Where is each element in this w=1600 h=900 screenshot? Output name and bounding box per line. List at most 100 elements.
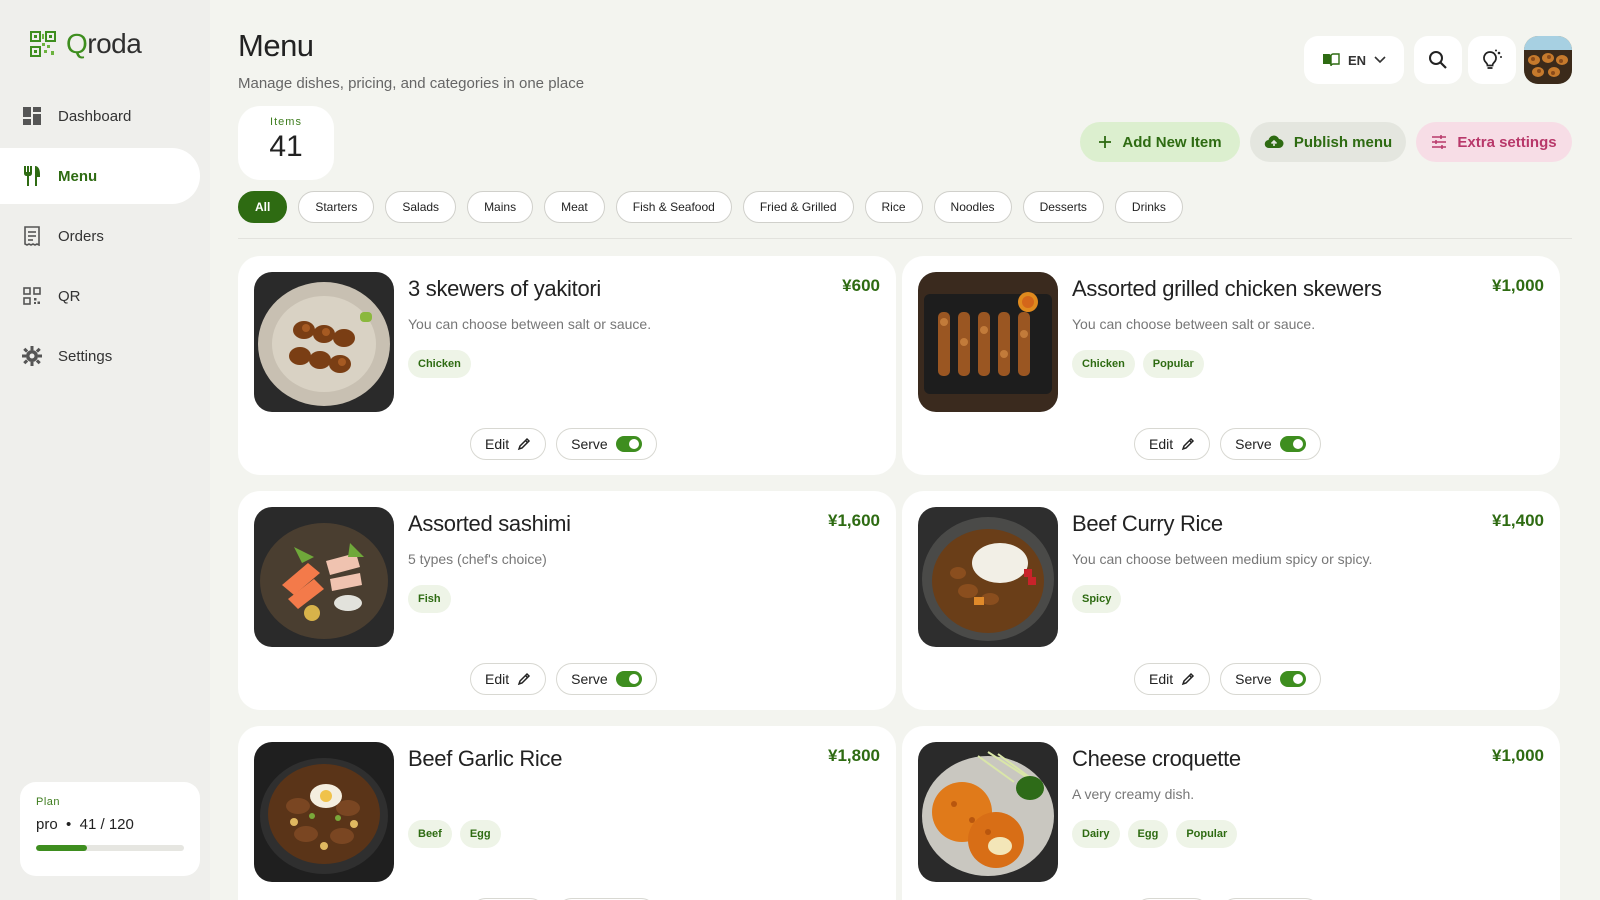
brand-logo[interactable]: Qroda [30,28,142,60]
sidebar-item-qr[interactable]: QR [0,268,200,324]
sidebar-item-menu[interactable]: Menu [0,148,200,204]
plan-label: Plan [36,796,61,808]
dish-name: 3 skewers of yakitori [408,276,601,301]
menu-item-card[interactable]: Cheese croquette ¥1,000 A very creamy di… [902,726,1560,900]
edit-button[interactable]: Edit [470,428,547,460]
category-chip-mains[interactable]: Mains [467,191,534,223]
dietary-tag: Chicken [408,350,471,378]
plan-card: Plan pro • 41 / 120 [20,782,200,876]
serve-label: Serve [571,671,608,687]
toggle-switch[interactable] [1279,671,1306,687]
dish-photo [918,742,1058,882]
category-chip-all[interactable]: All [238,191,288,223]
dietary-tag: Dairy [1072,820,1120,848]
dish-description: A very creamy dish. [1072,786,1195,802]
dish-tags: Chicken Popular [1072,350,1204,378]
items-count: 41 [269,130,303,163]
main-content: Menu Manage dishes, pricing, and categor… [210,0,1600,900]
edit-button[interactable]: Edit [470,663,547,695]
dish-description: You can choose between salt or sauce. [1072,316,1316,332]
serve-toggle[interactable]: Serve [556,428,657,460]
category-chip-noodles[interactable]: Noodles [933,191,1012,223]
cloud-upload-icon [1264,135,1284,149]
serve-toggle[interactable]: Serve [556,663,657,695]
sidebar-item-settings[interactable]: Settings [0,328,200,384]
edit-button[interactable]: Edit [1134,663,1211,695]
plan-name: pro [36,816,58,833]
dish-description: You can choose between medium spicy or s… [1072,551,1373,567]
dish-name: Assorted sashimi [408,511,571,536]
receipt-icon [22,226,42,246]
toggle-switch[interactable] [615,436,642,452]
dietary-tag: Popular [1142,350,1204,378]
dish-tags: Fish [408,585,451,613]
plan-separator: • [66,816,72,833]
add-new-item-button[interactable]: Add New Item [1080,122,1240,162]
lightbulb-icon [1483,49,1502,69]
dish-photo [254,272,394,412]
serve-label: Serve [1235,436,1272,452]
tips-button[interactable] [1468,36,1516,84]
card-actions: Edit Serve [470,663,657,695]
dish-name: Assorted grilled chicken skewers [1072,276,1382,301]
edit-label: Edit [485,436,510,452]
toggle-switch[interactable] [615,671,642,687]
dish-photo [254,507,394,647]
pencil-icon [1181,672,1195,686]
edit-button[interactable]: Edit [1134,428,1211,460]
category-chip-starters[interactable]: Starters [298,191,375,223]
menu-item-card[interactable]: 3 skewers of yakitori ¥600 You can choos… [238,256,896,475]
user-avatar[interactable] [1524,36,1572,84]
category-chip-salads[interactable]: Salads [385,191,457,223]
dish-description: You can choose between salt or sauce. [408,316,652,332]
qr-logo-icon [30,31,56,57]
search-button[interactable] [1414,36,1462,84]
sidebar-item-label: Menu [58,167,98,185]
plan-usage-count: 41 / 120 [79,816,134,833]
dietary-tag: Popular [1176,820,1238,848]
publish-menu-button[interactable]: Publish menu [1250,122,1406,162]
plan-usage: pro • 41 / 120 [36,816,184,833]
menu-item-card[interactable]: Beef Garlic Rice ¥1,800 BeefEgg Edit Ser… [238,726,896,900]
category-chip-fish-seafood[interactable]: Fish & Seafood [615,191,732,223]
menu-item-grid: 3 skewers of yakitori ¥600 You can choos… [238,256,1572,900]
dish-tags: Beef Egg [408,820,501,848]
menu-item-card[interactable]: Assorted sashimi ¥1,600 5 types (chef's … [238,491,896,710]
menu-item-card[interactable]: Assorted grilled chicken skewers ¥1,000 … [902,256,1560,475]
page-title: Menu [238,28,314,63]
edit-label: Edit [1149,436,1174,452]
sidebar-item-label: QR [58,287,81,305]
category-chip-meat[interactable]: Meat [544,191,605,223]
sidebar-item-orders[interactable]: Orders [0,208,200,264]
language-code: EN [1347,52,1367,68]
dietary-tag: Fish [408,585,451,613]
sidebar-item-dashboard[interactable]: Dashboard [0,88,200,144]
dish-tags: Spicy [1072,585,1122,613]
serve-toggle[interactable]: Serve [1220,428,1321,460]
category-chip-desserts[interactable]: Desserts [1022,191,1104,223]
card-actions: Edit Serve [1134,428,1321,460]
toggle-switch[interactable] [1279,436,1306,452]
serve-toggle[interactable]: Serve [1220,663,1321,695]
extra-settings-button[interactable]: Extra settings [1416,122,1572,162]
chevron-down-icon [1374,56,1386,64]
search-icon [1429,51,1447,69]
category-chip-fried-grilled[interactable]: Fried & Grilled [742,191,854,223]
pencil-icon [517,672,531,686]
fork-knife-icon [22,166,42,186]
card-actions: Edit Serve [470,428,657,460]
menu-item-card[interactable]: Beef Curry Rice ¥1,400 You can choose be… [902,491,1560,710]
dietary-tag: Egg [459,820,501,848]
edit-label: Edit [1149,671,1174,687]
sidebar-item-label: Dashboard [58,107,132,125]
dish-description: 5 types (chef's choice) [408,551,547,567]
divider [238,238,1572,239]
dish-photo [254,742,394,882]
category-chip-rice[interactable]: Rice [864,191,923,223]
dietary-tag: Beef [408,820,452,848]
plan-progress-fill [36,845,87,851]
language-selector[interactable]: EN [1304,36,1404,84]
category-chip-drinks[interactable]: Drinks [1114,191,1183,223]
dish-price: ¥1,800 [828,746,880,765]
dish-name: Beef Curry Rice [1072,511,1223,536]
